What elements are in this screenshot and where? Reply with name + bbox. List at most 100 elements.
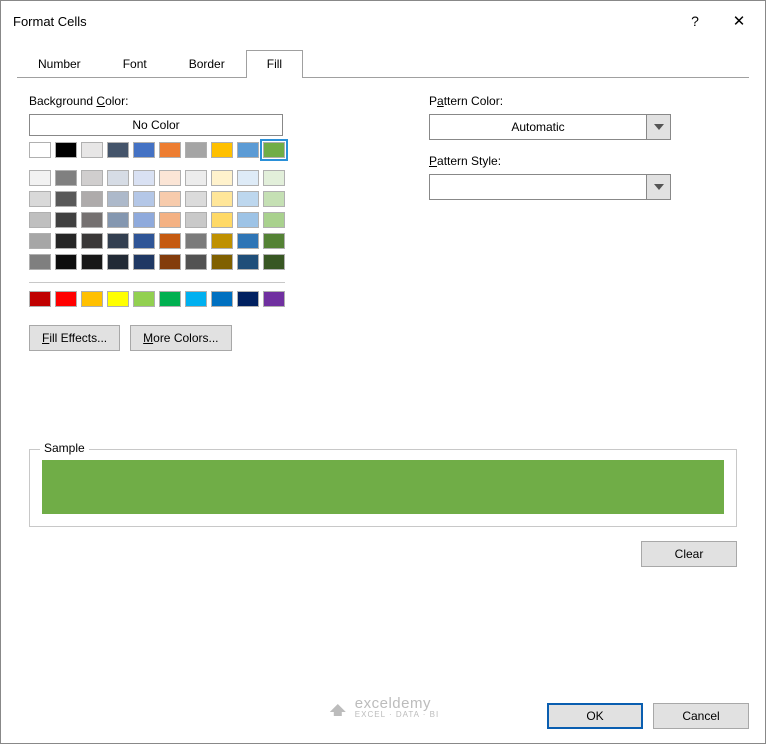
color-swatch[interactable] — [211, 191, 233, 207]
chevron-down-icon — [646, 175, 670, 199]
color-swatch[interactable] — [55, 212, 77, 228]
pattern-color-value: Automatic — [430, 115, 646, 139]
theme-tint-grid — [29, 170, 339, 272]
cancel-button[interactable]: Cancel — [653, 703, 749, 729]
color-swatch[interactable] — [55, 233, 77, 249]
color-swatch[interactable] — [107, 142, 129, 158]
sample-label: Sample — [40, 441, 89, 455]
color-swatch[interactable] — [211, 291, 233, 307]
color-swatch[interactable] — [29, 212, 51, 228]
color-swatch[interactable] — [159, 191, 181, 207]
sample-swatch — [42, 460, 724, 514]
color-swatch[interactable] — [107, 291, 129, 307]
no-color-button[interactable]: No Color — [29, 114, 283, 136]
color-swatch[interactable] — [107, 170, 129, 186]
color-swatch[interactable] — [159, 233, 181, 249]
color-swatch[interactable] — [133, 291, 155, 307]
color-swatch[interactable] — [29, 191, 51, 207]
color-swatch[interactable] — [185, 233, 207, 249]
color-swatch[interactable] — [55, 142, 77, 158]
color-swatch[interactable] — [185, 254, 207, 270]
color-swatch[interactable] — [211, 233, 233, 249]
help-button[interactable]: ? — [673, 5, 717, 37]
color-swatch[interactable] — [81, 233, 103, 249]
dialog-body: NumberFontBorderFill Background Color: N… — [1, 41, 765, 743]
color-swatch[interactable] — [133, 191, 155, 207]
color-swatch[interactable] — [29, 233, 51, 249]
color-swatch[interactable] — [263, 191, 285, 207]
tab-border[interactable]: Border — [168, 50, 246, 78]
tab-number[interactable]: Number — [17, 50, 102, 78]
color-swatch[interactable] — [185, 212, 207, 228]
format-cells-dialog: Format Cells ? ✕ NumberFontBorderFill Ba… — [0, 0, 766, 744]
color-swatch[interactable] — [133, 212, 155, 228]
color-swatch[interactable] — [81, 142, 103, 158]
pattern-style-value — [430, 175, 646, 199]
color-divider — [29, 282, 285, 283]
color-swatch[interactable] — [81, 254, 103, 270]
color-swatch[interactable] — [237, 142, 259, 158]
color-swatch[interactable] — [263, 254, 285, 270]
tab-strip: NumberFontBorderFill — [17, 49, 749, 78]
pattern-color-combo[interactable]: Automatic — [429, 114, 671, 140]
fill-effects-button[interactable]: Fill Effects... — [29, 325, 120, 351]
clear-button[interactable]: Clear — [641, 541, 737, 567]
color-swatch[interactable] — [107, 191, 129, 207]
color-swatch[interactable] — [55, 291, 77, 307]
color-swatch[interactable] — [55, 170, 77, 186]
color-swatch[interactable] — [29, 291, 51, 307]
color-swatch[interactable] — [237, 170, 259, 186]
color-swatch[interactable] — [29, 170, 51, 186]
color-swatch[interactable] — [55, 254, 77, 270]
color-swatch[interactable] — [211, 212, 233, 228]
color-swatch[interactable] — [159, 170, 181, 186]
color-swatch[interactable] — [159, 254, 181, 270]
standard-colors-row — [29, 291, 339, 309]
color-swatch[interactable] — [81, 191, 103, 207]
color-swatch[interactable] — [263, 170, 285, 186]
color-swatch[interactable] — [133, 170, 155, 186]
color-swatch[interactable] — [81, 170, 103, 186]
color-swatch[interactable] — [107, 233, 129, 249]
titlebar: Format Cells ? ✕ — [1, 1, 765, 41]
color-swatch[interactable] — [185, 291, 207, 307]
color-swatch[interactable] — [107, 212, 129, 228]
color-swatch[interactable] — [211, 142, 233, 158]
ok-button[interactable]: OK — [547, 703, 643, 729]
color-swatch[interactable] — [159, 142, 181, 158]
color-swatch[interactable] — [133, 142, 155, 158]
color-swatch[interactable] — [185, 191, 207, 207]
dialog-actions: OK Cancel — [17, 703, 749, 729]
color-swatch[interactable] — [263, 233, 285, 249]
color-swatch[interactable] — [133, 233, 155, 249]
color-swatch[interactable] — [29, 254, 51, 270]
theme-top-row — [29, 142, 339, 160]
color-swatch[interactable] — [211, 170, 233, 186]
sample-group: Sample — [29, 449, 737, 527]
color-swatch[interactable] — [81, 291, 103, 307]
color-swatch[interactable] — [29, 142, 51, 158]
color-swatch[interactable] — [107, 254, 129, 270]
color-swatch[interactable] — [263, 142, 285, 158]
color-swatch[interactable] — [263, 212, 285, 228]
color-swatch[interactable] — [237, 191, 259, 207]
tab-font[interactable]: Font — [102, 50, 168, 78]
color-swatch[interactable] — [237, 212, 259, 228]
color-swatch[interactable] — [185, 170, 207, 186]
color-swatch[interactable] — [159, 291, 181, 307]
more-colors-button[interactable]: More Colors... — [130, 325, 231, 351]
color-swatch[interactable] — [237, 254, 259, 270]
color-swatch[interactable] — [55, 191, 77, 207]
color-swatch[interactable] — [81, 212, 103, 228]
color-swatch[interactable] — [159, 212, 181, 228]
color-swatch[interactable] — [263, 291, 285, 307]
pattern-style-combo[interactable] — [429, 174, 671, 200]
color-swatch[interactable] — [211, 254, 233, 270]
pattern-color-label: Pattern Color: — [429, 94, 737, 108]
color-swatch[interactable] — [133, 254, 155, 270]
close-button[interactable]: ✕ — [717, 5, 761, 37]
color-swatch[interactable] — [185, 142, 207, 158]
color-swatch[interactable] — [237, 233, 259, 249]
color-swatch[interactable] — [237, 291, 259, 307]
tab-fill[interactable]: Fill — [246, 50, 303, 78]
